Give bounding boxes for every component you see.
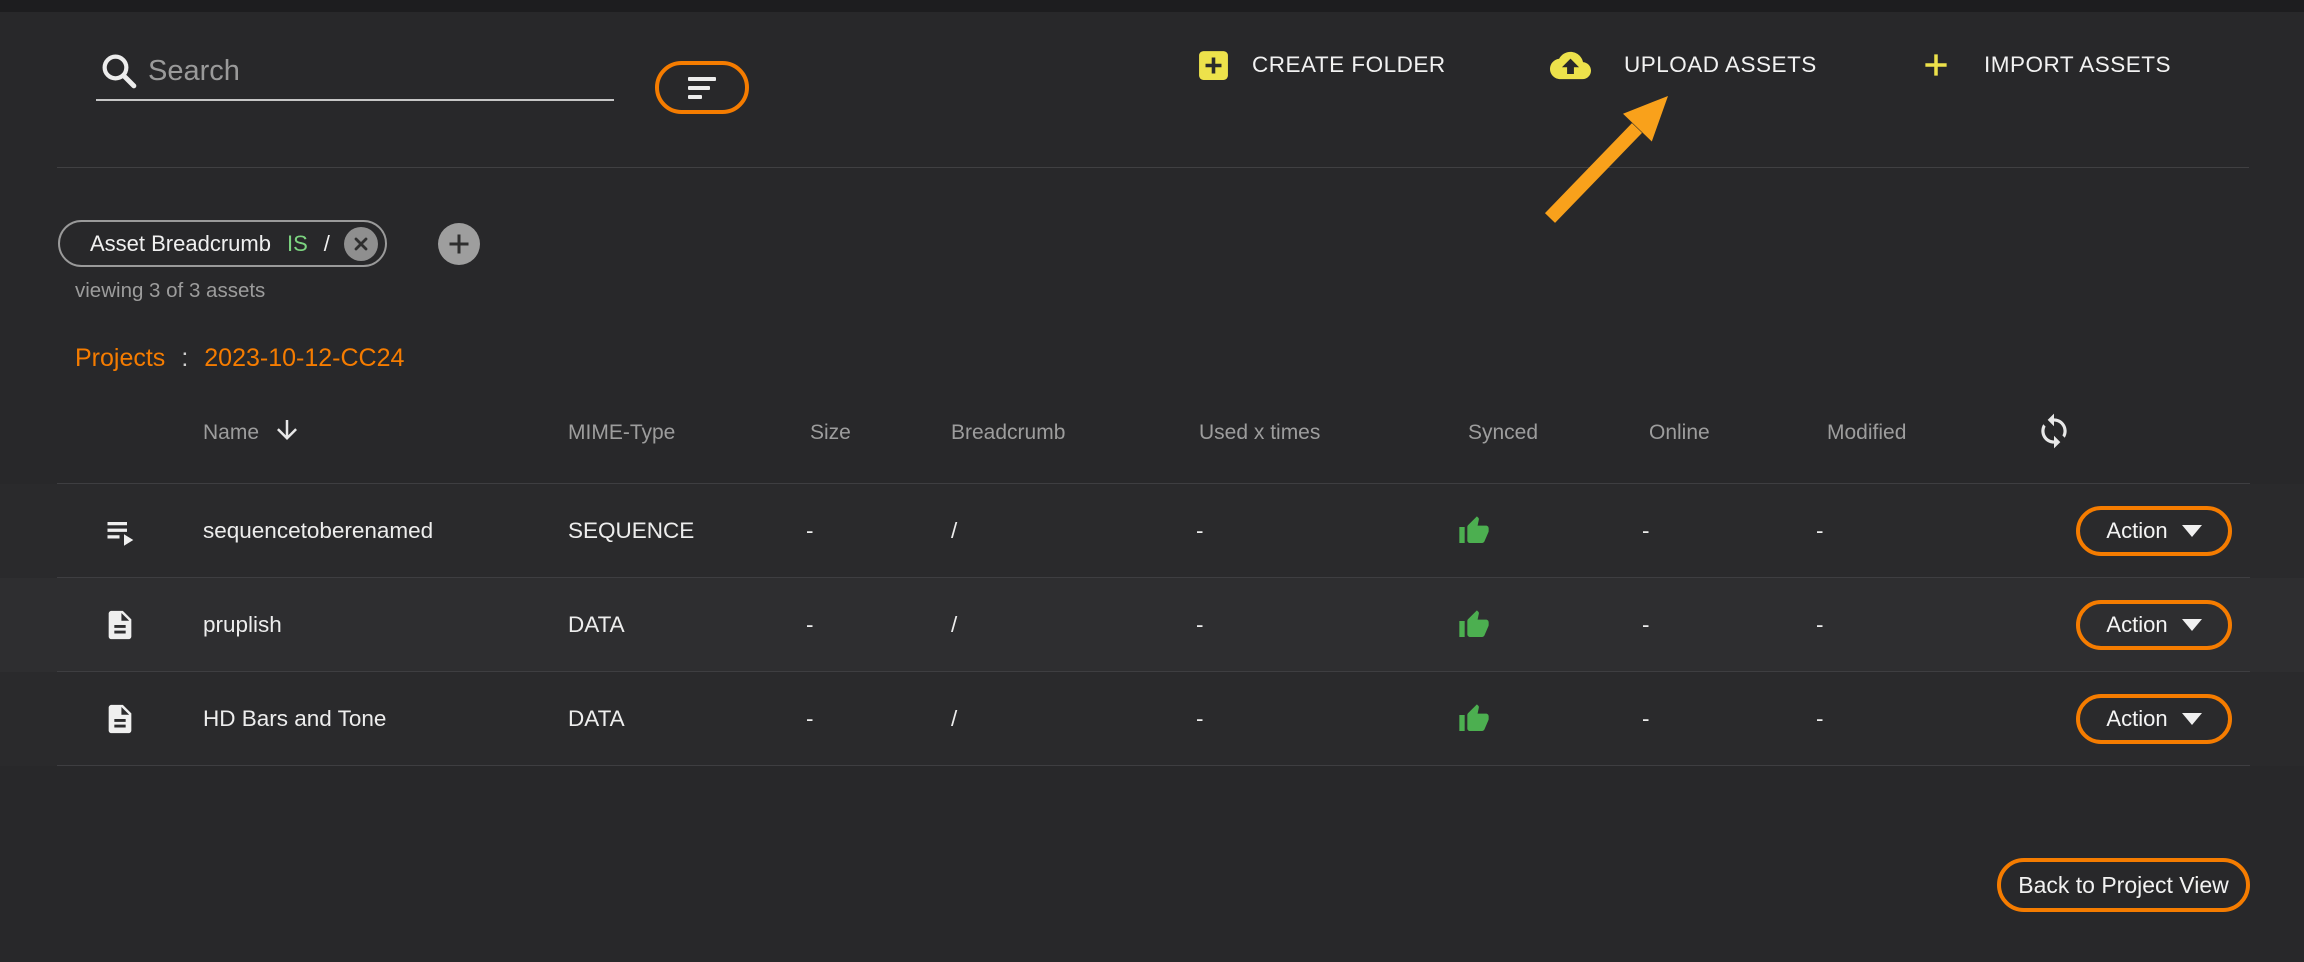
asset-breadcrumb: / [951,706,957,732]
action-dropdown-button[interactable]: Action [2076,600,2232,650]
asset-breadcrumb: / [951,612,957,638]
asset-used-x-times: - [1196,612,1204,638]
table-row[interactable]: pruplish DATA - / - - - Action [0,578,2304,672]
filter-chip-value: / [324,231,330,257]
breadcrumb-projects-link[interactable]: Projects [75,344,165,373]
header-online[interactable]: Online [1649,421,1710,445]
filter-chip-asset-breadcrumb[interactable]: Asset Breadcrumb IS / [58,220,387,267]
asset-breadcrumb: / [951,518,957,544]
header-name[interactable]: Name [203,421,259,445]
action-dropdown-button[interactable]: Action [2076,694,2232,744]
asset-name: pruplish [203,612,282,638]
chevron-down-icon [2182,525,2202,537]
sort-lines-icon [688,77,716,99]
filter-button[interactable] [655,61,749,114]
cloud-upload-icon [1550,45,1591,86]
thumbs-up-icon [1458,703,1490,735]
annotation-arrow [1500,70,1730,245]
action-label: Action [2106,706,2167,732]
plus-icon [1921,50,1951,80]
sort-desc-arrow-icon[interactable] [272,415,302,445]
search-input[interactable] [146,46,606,96]
asset-mime-type: SEQUENCE [568,518,694,544]
header-breadcrumb[interactable]: Breadcrumb [951,421,1065,445]
add-filter-button[interactable] [438,223,480,265]
asset-online: - [1642,612,1650,638]
breadcrumb-current-project[interactable]: 2023-10-12-CC24 [204,344,404,373]
action-dropdown-button[interactable]: Action [2076,506,2232,556]
table-row[interactable]: sequencetoberenamed SEQUENCE - / - - - A… [0,484,2304,578]
upload-assets-label: UPLOAD ASSETS [1624,52,1817,78]
chevron-down-icon [2182,619,2202,631]
row-divider [57,765,2250,766]
asset-used-x-times: - [1196,706,1204,732]
filter-chip-field: Asset Breadcrumb [90,231,271,257]
plus-circle-icon [447,232,471,256]
window-top-strip [0,0,2304,12]
refresh-icon[interactable] [2035,412,2073,450]
document-icon [103,608,137,642]
table-row[interactable]: HD Bars and Tone DATA - / - - - Action [0,672,2304,766]
asset-used-x-times: - [1196,518,1204,544]
document-icon [103,702,137,736]
create-folder-button[interactable]: CREATE FOLDER [1197,40,1446,90]
asset-mime-type: DATA [568,706,625,732]
asset-mime-type: DATA [568,612,625,638]
back-to-project-view-label: Back to Project View [2018,872,2229,899]
header-modified[interactable]: Modified [1827,421,1906,445]
asset-name: HD Bars and Tone [203,706,386,732]
thumbs-up-icon [1458,609,1490,641]
asset-online: - [1642,706,1650,732]
thumbs-up-icon [1458,515,1490,547]
import-assets-label: IMPORT ASSETS [1984,52,2171,78]
upload-assets-button[interactable]: UPLOAD ASSETS [1550,40,1817,90]
filter-chip-operator: IS [287,231,308,257]
add-box-icon [1197,49,1230,82]
asset-online: - [1642,518,1650,544]
action-label: Action [2106,518,2167,544]
header-size[interactable]: Size [810,421,851,445]
create-folder-label: CREATE FOLDER [1252,52,1446,78]
sequence-icon [103,513,139,549]
asset-modified: - [1816,518,1824,544]
asset-manager-page: CREATE FOLDER UPLOAD ASSETS IMPORT ASSET… [0,0,2304,962]
asset-size: - [806,518,814,544]
action-label: Action [2106,612,2167,638]
close-icon [352,235,370,253]
header-synced[interactable]: Synced [1468,421,1538,445]
chevron-down-icon [2182,713,2202,725]
topbar-divider [57,167,2249,168]
asset-size: - [806,612,814,638]
asset-size: - [806,706,814,732]
back-to-project-view-button[interactable]: Back to Project View [1997,858,2250,912]
asset-name: sequencetoberenamed [203,518,433,544]
header-used-x-times[interactable]: Used x times [1199,421,1320,445]
search-icon [98,50,140,92]
import-assets-button[interactable]: IMPORT ASSETS [1921,40,2171,90]
filter-chip-remove-button[interactable] [344,227,378,261]
breadcrumb-separator: : [181,344,188,373]
header-mime-type[interactable]: MIME-Type [568,421,675,445]
search-underline [96,99,614,101]
breadcrumb: Projects : 2023-10-12-CC24 [75,344,404,373]
asset-modified: - [1816,612,1824,638]
viewing-count-text: viewing 3 of 3 assets [75,279,265,303]
asset-modified: - [1816,706,1824,732]
